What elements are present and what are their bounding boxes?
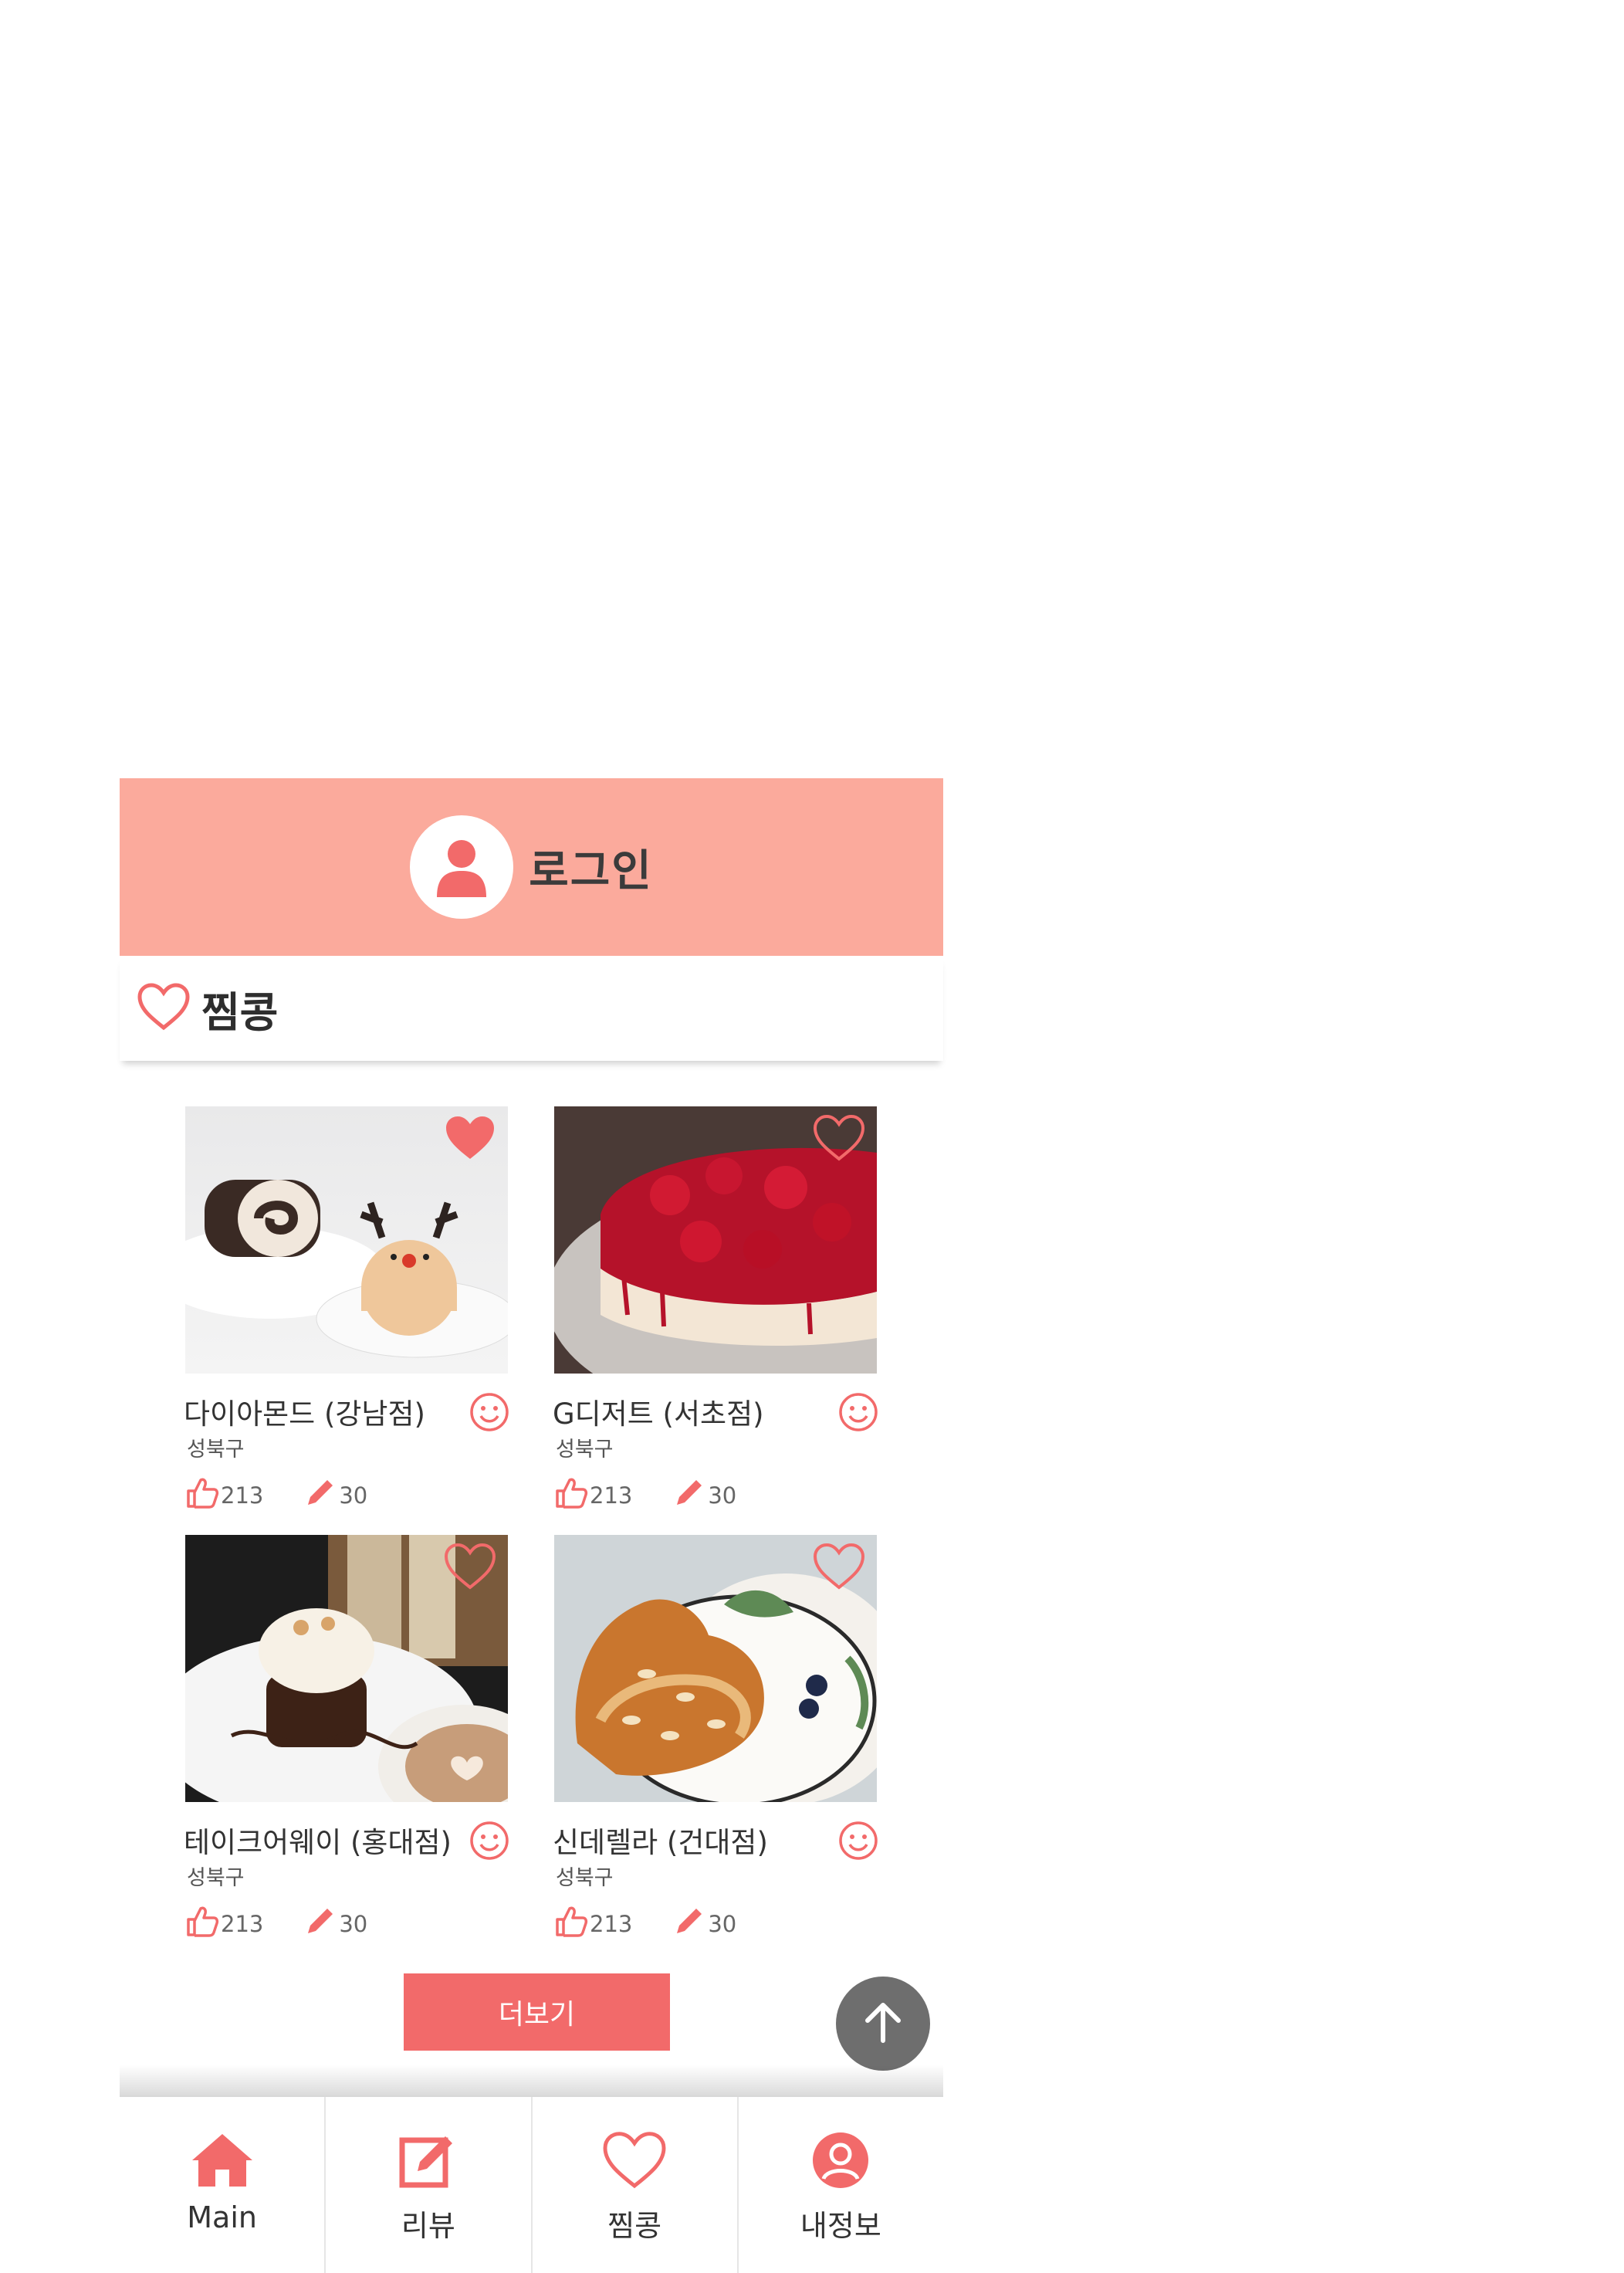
nav-item-main[interactable]: Main	[120, 2097, 326, 2273]
heart-icon	[601, 2131, 668, 2193]
login-label[interactable]: 로그인	[529, 836, 653, 899]
thumbs-up-icon[interactable]	[554, 1904, 588, 1943]
heart-outline-icon[interactable]	[443, 1543, 497, 1594]
nav-item-favorites[interactable]: 찜콩	[533, 2097, 739, 2273]
arrow-up-icon	[858, 1997, 908, 2050]
heart-outline-icon	[137, 983, 191, 1034]
store-name[interactable]: 테이크어웨이 (홍대점)	[184, 1819, 452, 1861]
like-count: 213	[590, 1482, 633, 1509]
more-button[interactable]: 더보기	[404, 1973, 670, 2051]
store-card[interactable]: G디저트 (서초점) 성북구 213 30	[553, 1106, 878, 1509]
review-count: 30	[708, 1910, 737, 1937]
nav-label: 찜콩	[607, 2209, 662, 2243]
store-name[interactable]: 신데렐라 (건대점)	[553, 1819, 768, 1861]
store-name[interactable]: G디저트 (서초점)	[553, 1391, 764, 1432]
store-card[interactable]: 신데렐라 (건대점) 성북구 213 30	[553, 1535, 878, 1937]
store-stats: 213 30	[185, 1904, 408, 1943]
thumbs-up-icon[interactable]	[185, 1904, 219, 1943]
app-screen: 로그인 찜콩 다이아몬드 (강남점) 성북구 213 30 G디저트 (서초점)…	[120, 778, 943, 2273]
heart-outline-icon[interactable]	[812, 1114, 866, 1165]
like-count: 213	[590, 1910, 633, 1937]
nav-item-review[interactable]: 리뷰	[326, 2097, 533, 2273]
pencil-icon[interactable]	[672, 1475, 706, 1515]
user-icon	[410, 815, 514, 919]
store-photo-chocolate-cake[interactable]	[185, 1535, 508, 1802]
pencil-icon[interactable]	[303, 1904, 337, 1943]
thumbs-up-icon[interactable]	[554, 1475, 588, 1515]
home-icon	[189, 2131, 255, 2191]
smile-icon[interactable]	[469, 1392, 509, 1435]
store-photo-almond-croissant[interactable]	[554, 1535, 877, 1802]
heart-outline-icon[interactable]	[812, 1543, 866, 1594]
store-stats: 213 30	[185, 1475, 408, 1515]
smile-icon[interactable]	[469, 1821, 509, 1864]
heart-filled-icon[interactable]	[443, 1114, 497, 1165]
nav-label: Main	[187, 2200, 257, 2234]
like-count: 213	[221, 1910, 264, 1937]
thumbs-up-icon[interactable]	[185, 1475, 219, 1515]
profile-icon	[811, 2131, 870, 2193]
store-stats: 213 30	[554, 1475, 776, 1515]
review-count: 30	[339, 1482, 368, 1509]
pencil-icon[interactable]	[672, 1904, 706, 1943]
scroll-top-button[interactable]	[836, 1977, 930, 2071]
review-count: 30	[708, 1482, 737, 1509]
store-name[interactable]: 다이아몬드 (강남점)	[184, 1391, 425, 1432]
nav-shadow	[120, 2065, 943, 2095]
store-photo-roll-cake[interactable]	[185, 1106, 508, 1374]
section-title: 찜콩	[201, 987, 279, 1037]
store-district: 성북구	[556, 1438, 614, 1462]
favorites-section-header: 찜콩	[120, 956, 943, 1061]
store-stats: 213 30	[554, 1904, 776, 1943]
store-district: 성북구	[187, 1438, 245, 1462]
review-count: 30	[339, 1910, 368, 1937]
nav-item-my-info[interactable]: 내정보	[739, 2097, 943, 2273]
edit-icon	[399, 2131, 458, 2193]
store-card[interactable]: 다이아몬드 (강남점) 성북구 213 30	[184, 1106, 509, 1509]
login-banner[interactable]: 로그인	[120, 778, 943, 956]
pencil-icon[interactable]	[303, 1475, 337, 1515]
like-count: 213	[221, 1482, 264, 1509]
smile-icon[interactable]	[838, 1392, 878, 1435]
store-card[interactable]: 테이크어웨이 (홍대점) 성북구 213 30	[184, 1535, 509, 1937]
bottom-nav: Main 리뷰 찜콩 내정보	[120, 2095, 943, 2273]
store-photo-cheesecake[interactable]	[554, 1106, 877, 1374]
store-district: 성북구	[187, 1866, 245, 1890]
nav-label: 리뷰	[401, 2209, 455, 2243]
smile-icon[interactable]	[838, 1821, 878, 1864]
store-district: 성북구	[556, 1866, 614, 1890]
nav-label: 내정보	[800, 2209, 881, 2243]
